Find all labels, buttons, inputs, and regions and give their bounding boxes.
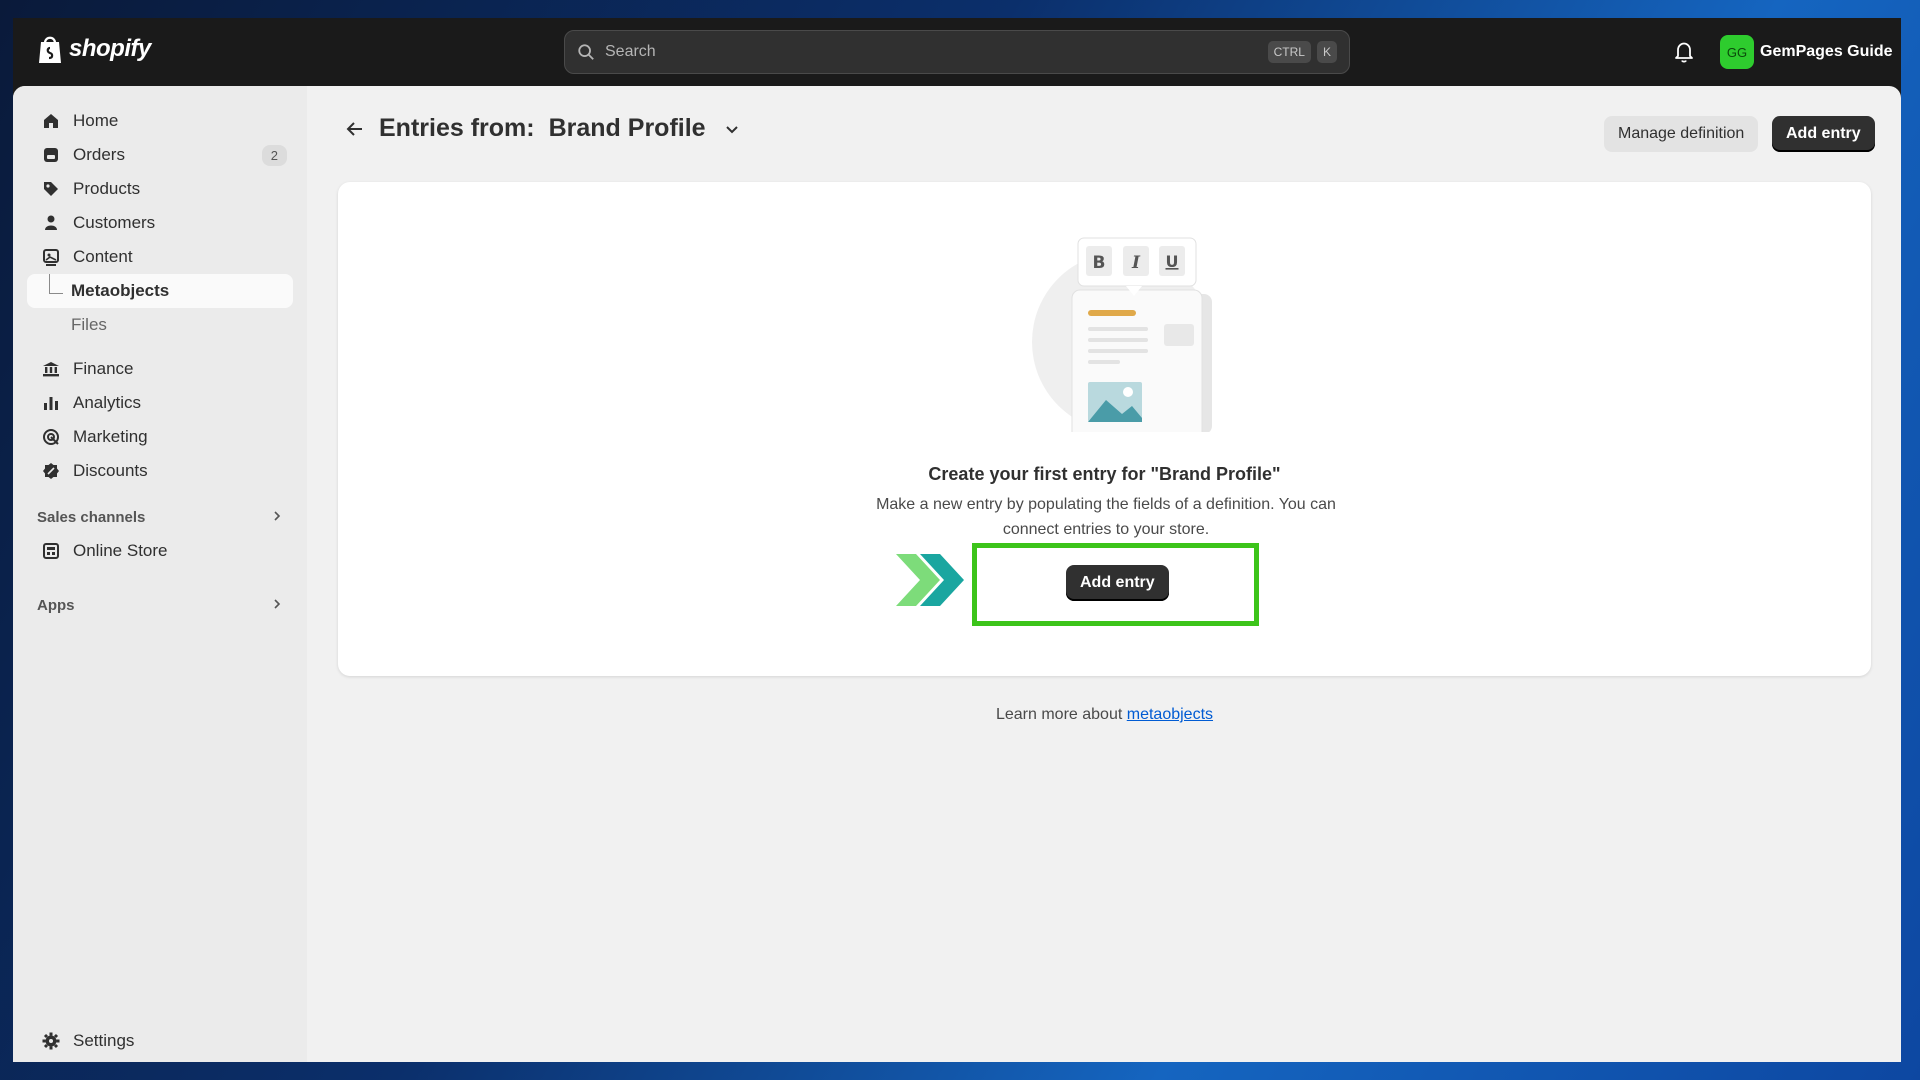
manage-definition-button[interactable]: Manage definition [1604,116,1759,152]
shortcut-key-ctrl: CTRL [1267,41,1311,63]
page-title: Brand Profile [548,114,706,142]
sidebar-item-label: Online Store [73,541,168,560]
sidebar-nav: Home Orders 2 Products Customers Content… [27,104,293,622]
sidebar-item-label: Analytics [73,393,142,412]
orders-count-badge: 2 [261,144,287,166]
content-icon [41,247,61,267]
shopify-admin-window: shopify Search CTRL K GG GemPages Guide … [13,18,1901,1062]
orders-icon [41,145,61,165]
bank-icon [41,359,61,379]
add-entry-button[interactable]: Add entry [1772,116,1875,152]
shopify-logo[interactable]: shopify [37,34,151,64]
sidebar-item-metaobjects[interactable]: Metaobjects [27,274,293,308]
chevron-down-icon[interactable] [722,119,742,139]
sidebar-item-files[interactable]: Files [27,308,293,342]
sidebar-item-label: Finance [73,359,134,378]
brand-name: shopify [69,35,151,62]
learn-more-footer: Learn more about metaobjects [338,706,1871,724]
top-bar: shopify Search CTRL K GG GemPages Guide [13,18,1901,86]
sidebar-item-finance[interactable]: Finance [27,352,293,386]
sidebar-item-customers[interactable]: Customers [27,206,293,240]
sidebar-item-content[interactable]: Content [27,240,293,274]
shopify-bag-icon [39,36,61,63]
sidebar-item-label: Files [71,315,107,334]
empty-state-title: Create your first entry for "Brand Profi… [928,464,1281,484]
sidebar-item-label: Marketing [73,427,148,446]
bar-chart-icon [41,393,61,413]
sidebar-item-label: Home [73,111,119,130]
user-menu[interactable]: GG GemPages Guide [1720,35,1893,69]
sidebar-item-home[interactable]: Home [27,104,293,138]
sidebar-item-marketing[interactable]: Marketing [27,420,293,454]
sales-channels-label: Sales channels [37,508,146,526]
chevron-right-icon [271,509,283,526]
person-icon [41,213,61,233]
page-header: Entries from: Brand Profile [343,114,742,143]
sidebar-item-settings[interactable]: Settings [41,1024,134,1058]
avatar: GG [1720,35,1754,69]
apps-label: Apps [37,596,75,614]
sales-channels-heading[interactable]: Sales channels [27,500,293,534]
tag-icon [41,179,61,199]
sidebar-item-orders[interactable]: Orders 2 [27,138,293,172]
apps-heading[interactable]: Apps [27,588,293,622]
gear-icon [41,1031,61,1051]
sidebar-item-label: Products [73,179,141,198]
sidebar-item-products[interactable]: Products [27,172,293,206]
sidebar-item-label: Content [73,247,133,266]
discount-icon [41,461,61,481]
add-entry-empty-state-button[interactable]: Add entry [1066,565,1169,601]
sidebar-item-label: Discounts [73,461,148,480]
sidebar-item-online-store[interactable]: Online Store [27,534,293,568]
home-icon [41,111,61,131]
svg-text:U: U [1166,252,1179,271]
empty-state-description: Make a new entry by populating the field… [876,496,1336,538]
bell-icon[interactable] [1673,40,1695,64]
svg-text:I: I [1131,253,1141,273]
empty-state-card: B I U Create your first entry for "Brand… [338,182,1871,676]
target-icon [41,427,61,447]
metaobjects-link[interactable]: metaobjects [1127,706,1213,723]
admin-body: Home Orders 2 Products Customers Content… [13,86,1901,1062]
chevron-right-icon [271,597,283,614]
learn-more-text: Learn more about [995,706,1123,723]
sidebar-item-analytics[interactable]: Analytics [27,386,293,420]
double-chevron-arrow-icon [896,554,964,606]
svg-text:B: B [1093,253,1106,273]
sidebar-item-label: Customers [73,213,156,232]
sidebar: Home Orders 2 Products Customers Content… [13,86,307,1062]
settings-label: Settings [73,1031,135,1050]
store-icon [41,541,61,561]
shortcut-key-k: K [1316,41,1337,63]
document-illustration: B I U [1032,237,1212,432]
sidebar-item-label: Metaobjects [71,281,170,300]
back-arrow-icon[interactable] [343,117,367,141]
search-icon [578,44,594,60]
store-name: GemPages Guide [1760,43,1893,60]
tree-branch-line [49,274,63,294]
page-title-prefix: Entries from: [379,114,535,142]
sidebar-item-label: Orders [73,145,125,164]
sidebar-item-discounts[interactable]: Discounts [27,454,293,488]
search-placeholder: Search [605,43,656,60]
search-input[interactable]: Search CTRL K [564,30,1350,74]
